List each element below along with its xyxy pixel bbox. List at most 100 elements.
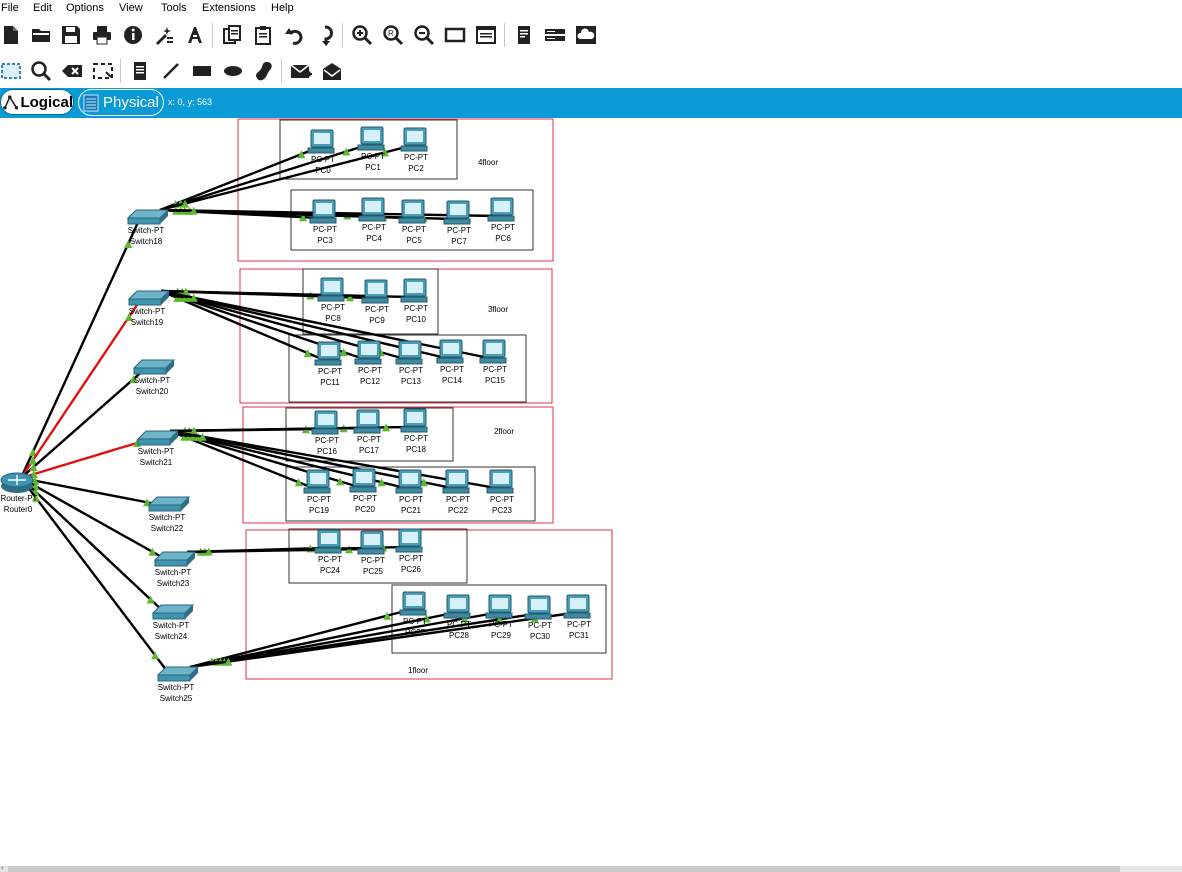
zoom-out-icon[interactable] (413, 24, 435, 46)
custom-device-icon[interactable] (475, 24, 497, 46)
tab-physical[interactable]: Physical (78, 89, 164, 116)
pc-pc16[interactable]: PC-PT PC16 (311, 410, 339, 456)
zoom-reset-icon[interactable]: R (382, 24, 404, 46)
menu-options[interactable]: Options (66, 2, 104, 14)
notes-icon[interactable] (513, 24, 535, 46)
menu-edit[interactable]: Edit (33, 2, 52, 14)
switch-switch22[interactable]: Switch-PT Switch22 (147, 496, 191, 533)
logical-workspace[interactable]: 4floor 3floor 2floor 1floor Router-PT Router0… (0, 118, 1182, 866)
pc-pc18[interactable]: PC-PT PC18 (400, 408, 428, 454)
switch-switch24[interactable]: Switch-PT Switch24 (151, 604, 195, 641)
menu-file[interactable]: File (1, 2, 19, 14)
switch-switch19[interactable]: Switch-PT Switch19 (127, 290, 171, 327)
pc-link-pc31[interactable] (189, 611, 574, 669)
switch-switch23[interactable]: Switch-PT Switch23 (153, 551, 197, 588)
pc-link-pc1[interactable] (159, 143, 368, 212)
pc-pc6[interactable]: PC-PT PC6 (487, 197, 515, 243)
pc-pc8[interactable]: PC-PT PC8 (317, 277, 345, 323)
menu-extensions[interactable]: Extensions (202, 2, 256, 14)
pc-pc12[interactable]: PC-PT PC12 (354, 340, 382, 386)
pc-pc28[interactable]: PC-PT PC28 (443, 594, 471, 640)
floor-area-4[interactable] (245, 529, 613, 680)
zoom-in-icon[interactable] (351, 24, 373, 46)
switch-name-label: Switch21 (140, 458, 173, 467)
text-tool-icon[interactable] (184, 24, 206, 46)
pc-pc19[interactable]: PC-PT PC19 (303, 469, 331, 515)
pc-name-label: PC10 (406, 315, 427, 324)
pc-pc13[interactable]: PC-PT PC13 (395, 340, 423, 386)
network-device-icon[interactable] (544, 24, 566, 46)
pc-pc11[interactable]: PC-PT PC11 (314, 341, 342, 387)
pc-pc27[interactable]: PC-PT PC27 (399, 591, 427, 637)
note-icon[interactable] (129, 60, 151, 82)
menu-view[interactable]: View (119, 2, 143, 14)
pc-pc15[interactable]: PC-PT PC15 (479, 339, 507, 385)
horizontal-scrollbar[interactable]: ‹ (0, 863, 1182, 872)
activity-wizard-icon[interactable] (153, 24, 175, 46)
pc-pc25[interactable]: PC-PT PC25 (357, 530, 385, 576)
copy-icon[interactable] (221, 24, 243, 46)
pc-pc1[interactable]: PC-PT PC1 (357, 126, 385, 172)
pc-pc26[interactable]: PC-PT PC26 (395, 528, 423, 574)
pc-pc30[interactable]: PC-PT PC30 (524, 595, 552, 641)
freeform-icon[interactable] (253, 60, 275, 82)
pc-type-label: PC-PT (446, 495, 470, 504)
pc-pc7[interactable]: PC-PT PC7 (443, 200, 471, 246)
floor-area-2[interactable] (239, 268, 553, 404)
inspect-icon[interactable] (30, 60, 52, 82)
switch-switch20[interactable]: Switch-PT Switch20 (132, 359, 176, 396)
pc-pc5[interactable]: PC-PT PC5 (398, 199, 426, 245)
drawing-palette-icon[interactable] (444, 24, 466, 46)
rectangle-icon[interactable] (191, 60, 213, 82)
pc-pc4[interactable]: PC-PT PC4 (358, 197, 386, 243)
scroll-left-arrow-icon[interactable]: ‹ (1, 863, 4, 872)
network-topology: 4floor 3floor 2floor 1floor Router-PT Router0… (0, 118, 613, 703)
simple-pdu-icon[interactable] (290, 60, 312, 82)
pc-pc20[interactable]: PC-PT PC20 (349, 468, 377, 514)
router-link-switch25[interactable] (20, 477, 171, 676)
switch-switch21[interactable]: Switch-PT Switch21 (136, 430, 180, 467)
pc-pc31[interactable]: PC-PT PC31 (563, 594, 591, 640)
pc-pc3[interactable]: PC-PT PC3 (309, 199, 337, 245)
pc-pc14[interactable]: PC-PT PC14 (436, 339, 464, 385)
scrollbar-thumb[interactable] (8, 866, 1120, 872)
router-link-switch22[interactable] (20, 476, 162, 507)
router-link-switch21[interactable] (20, 437, 151, 480)
pc-pc2[interactable]: PC-PT PC2 (400, 127, 428, 173)
pc-pc23[interactable]: PC-PT PC23 (486, 469, 514, 515)
delete-icon[interactable] (61, 60, 83, 82)
line-icon[interactable] (160, 60, 182, 82)
pc-pc24[interactable]: PC-PT PC24 (314, 529, 342, 575)
open-folder-icon[interactable] (30, 24, 52, 46)
paste-icon[interactable] (252, 24, 274, 46)
switch-switch25[interactable]: Switch-PT Switch25 (156, 666, 200, 703)
menu-help[interactable]: Help (271, 2, 294, 14)
pc-pc29[interactable]: PC-PT PC29 (485, 594, 513, 640)
pc-pc9[interactable]: PC-PT PC9 (361, 279, 389, 325)
resize-icon[interactable] (92, 60, 114, 82)
new-file-icon[interactable] (0, 24, 22, 46)
router-link-switch18[interactable] (19, 217, 142, 479)
ellipse-icon[interactable] (222, 60, 244, 82)
pc-name-label: PC16 (317, 447, 338, 456)
switch-name-label: Switch25 (160, 694, 193, 703)
select-icon[interactable] (0, 60, 22, 82)
complex-pdu-icon[interactable] (321, 60, 343, 82)
redo-icon[interactable] (314, 24, 336, 46)
cloud-icon[interactable] (575, 24, 597, 46)
pc-pc0[interactable]: PC-PT PC0 (307, 129, 335, 175)
undo-icon[interactable] (283, 24, 305, 46)
pc-pc22[interactable]: PC-PT PC22 (442, 469, 470, 515)
switch-switch18[interactable]: Switch-PT Switch18 (126, 209, 170, 246)
save-icon[interactable] (60, 24, 82, 46)
print-icon[interactable] (91, 24, 113, 46)
pc-pc10[interactable]: PC-PT PC10 (400, 278, 428, 324)
info-icon[interactable] (122, 24, 144, 46)
pc-pc21[interactable]: PC-PT PC21 (395, 469, 423, 515)
router-router0[interactable]: Router-PT Router0 (0, 472, 38, 514)
pc-pc17[interactable]: PC-PT PC17 (353, 409, 381, 455)
menu-tools[interactable]: Tools (161, 2, 187, 14)
menu-bar: File Edit Options View Tools Extensions … (0, 0, 1182, 18)
router-type-label: Router-PT (1, 494, 38, 503)
tab-logical[interactable]: Logical (0, 89, 74, 115)
